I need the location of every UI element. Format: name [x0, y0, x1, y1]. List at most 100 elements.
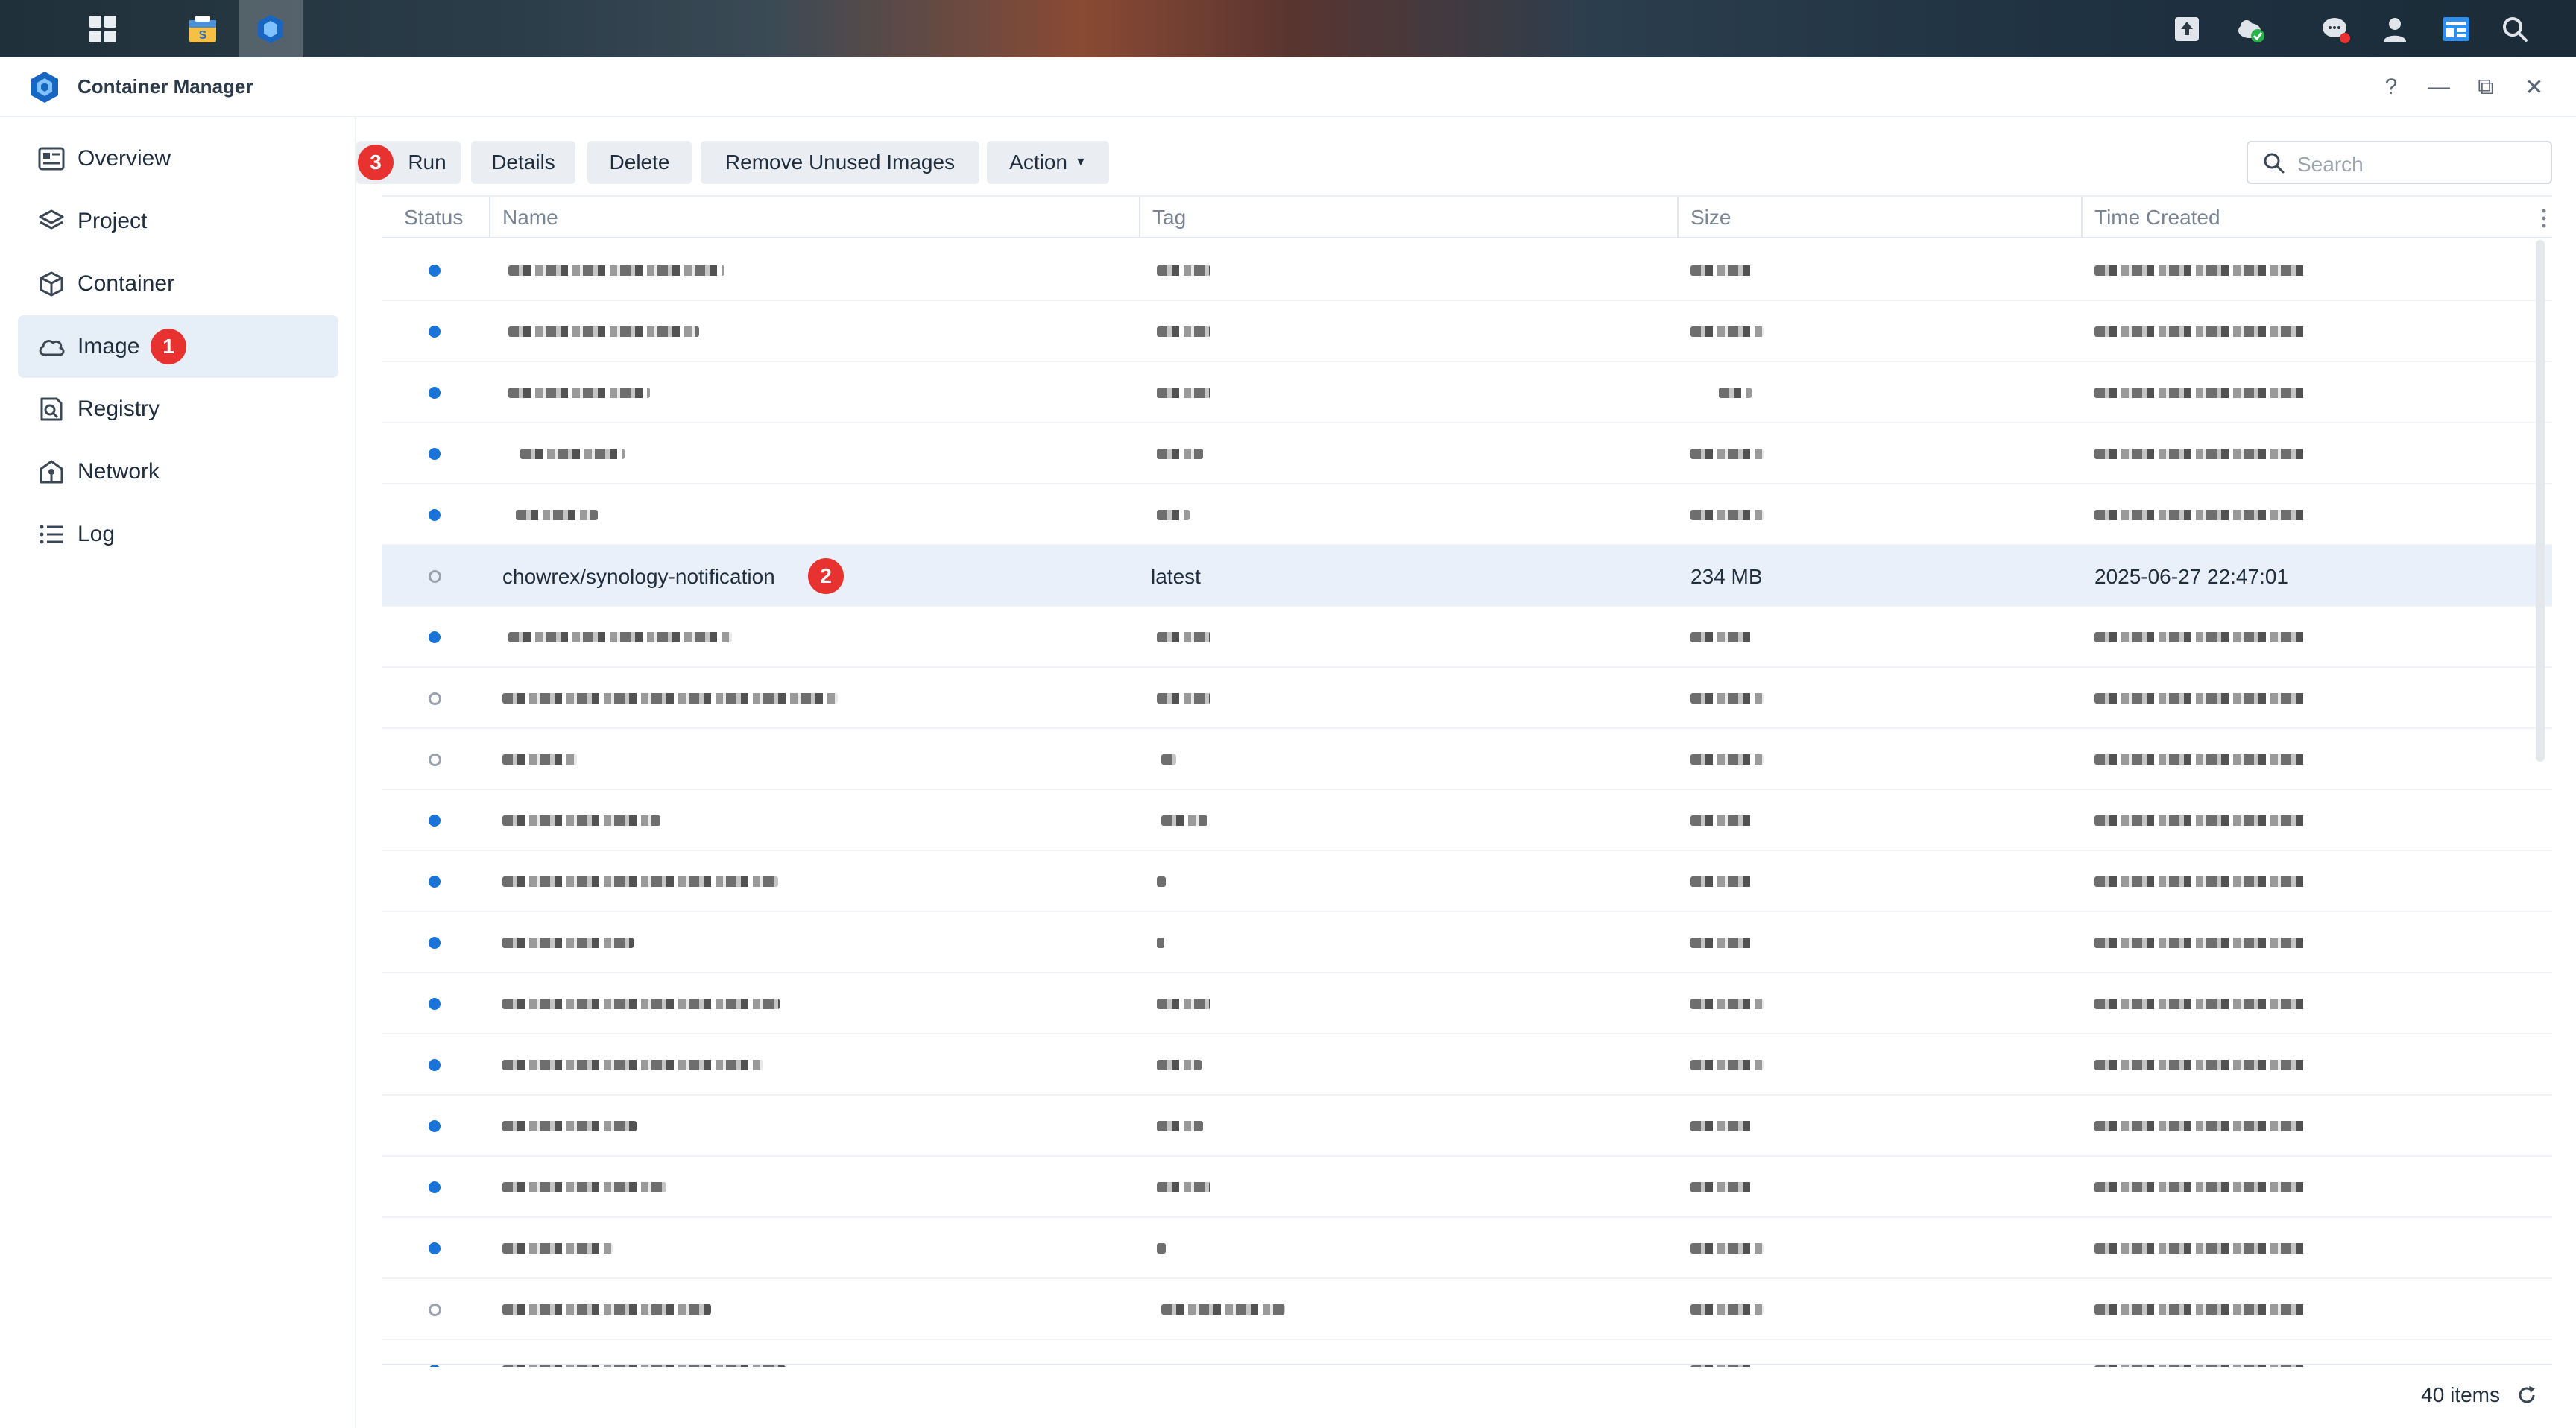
window-title: Container Manager	[78, 75, 253, 98]
sidebar-item-project[interactable]: Project	[18, 190, 338, 253]
status-running-icon	[429, 1181, 441, 1193]
redacted-tag	[1157, 510, 1190, 520]
action-dropdown[interactable]: Action ▼	[987, 141, 1109, 184]
table-row[interactable]	[382, 1034, 2552, 1096]
redacted-tag	[1157, 876, 1166, 887]
container-manager-icon	[254, 13, 287, 45]
sidebar-item-label: Network	[78, 459, 160, 484]
redacted-size	[1690, 938, 1752, 948]
column-status[interactable]: Status	[382, 197, 489, 238]
table-row[interactable]	[382, 240, 2552, 301]
details-button[interactable]: Details	[471, 141, 575, 184]
column-name[interactable]: Name	[489, 197, 1139, 238]
redacted-name	[502, 1182, 666, 1192]
redacted-tag	[1157, 1060, 1202, 1070]
table-row[interactable]	[382, 851, 2552, 912]
redacted-tag	[1157, 938, 1164, 948]
table-row[interactable]	[382, 423, 2552, 484]
status-running-icon	[429, 1059, 441, 1071]
redacted-size	[1690, 1182, 1752, 1192]
redacted-name	[502, 1121, 637, 1131]
upload-icon	[2171, 13, 2203, 45]
redacted-size	[1719, 388, 1752, 398]
redacted-time	[2094, 938, 2306, 948]
table-row[interactable]	[382, 301, 2552, 362]
apps-grid-icon	[86, 13, 119, 45]
action-label: Action	[1009, 151, 1067, 174]
restore-button[interactable]: ⧉	[2469, 71, 2502, 104]
table-row[interactable]	[382, 362, 2552, 423]
step-badge: 2	[808, 558, 844, 594]
main-menu-button[interactable]	[75, 0, 131, 57]
minimize-button[interactable]: —	[2422, 71, 2455, 104]
sidebar-item-overview[interactable]: Overview	[18, 127, 338, 190]
search-taskbar-button[interactable]	[2493, 0, 2537, 57]
overview-icon	[37, 145, 66, 173]
table-row[interactable]	[382, 729, 2552, 790]
sidebar-item-image[interactable]: Image 1	[18, 315, 338, 378]
status-running-icon	[429, 876, 441, 888]
redacted-time	[2094, 815, 2306, 826]
redacted-time	[2094, 999, 2306, 1009]
package-center-taskbar-button[interactable]: S	[173, 0, 233, 57]
table-row[interactable]	[382, 1218, 2552, 1279]
remove-unused-images-button[interactable]: Remove Unused Images	[701, 141, 979, 184]
user-button[interactable]	[2373, 0, 2416, 57]
chat-bubble-icon	[2320, 13, 2352, 45]
redacted-time	[2094, 449, 2306, 459]
redacted-name	[508, 265, 724, 276]
table-header: Status Name Tag Size Time Created	[382, 195, 2552, 238]
step-badge: 3	[358, 145, 394, 180]
redacted-name	[502, 999, 780, 1009]
redacted-name	[502, 1304, 711, 1315]
status-running-icon	[429, 815, 441, 827]
table-row[interactable]	[382, 484, 2552, 546]
redacted-name	[502, 1243, 613, 1254]
redacted-time	[2094, 1182, 2306, 1192]
status-running-icon	[429, 387, 441, 399]
status-stopped-icon	[429, 1304, 441, 1316]
notifications-button[interactable]	[2314, 0, 2358, 57]
sidebar-item-network[interactable]: Network	[18, 440, 338, 503]
widgets-icon	[2440, 13, 2472, 45]
sidebar-item-label: Log	[78, 522, 116, 546]
close-button[interactable]: ✕	[2518, 71, 2551, 104]
redacted-size	[1690, 876, 1752, 887]
table-row[interactable]	[382, 912, 2552, 973]
column-tag[interactable]: Tag	[1139, 197, 1677, 238]
table-row[interactable]	[382, 668, 2552, 729]
table-row[interactable]	[382, 790, 2552, 851]
cloud-sync-button[interactable]	[2229, 0, 2273, 57]
image-time-created: 2025-06-27 22:47:01	[2094, 565, 2288, 588]
sidebar-item-label: Registry	[78, 397, 160, 421]
table-row[interactable]	[382, 1157, 2552, 1218]
column-options-icon[interactable]	[2540, 207, 2548, 233]
delete-button[interactable]: Delete	[587, 141, 692, 184]
help-button[interactable]: ?	[2375, 71, 2408, 104]
column-size[interactable]: Size	[1677, 197, 2081, 238]
table-row[interactable]	[382, 973, 2552, 1034]
container-manager-taskbar-button[interactable]	[239, 0, 303, 57]
table-row[interactable]	[382, 1279, 2552, 1340]
redacted-name	[502, 754, 577, 765]
table-row[interactable]	[382, 1096, 2552, 1157]
status-running-icon	[429, 509, 441, 521]
image-tag: latest	[1151, 565, 1201, 588]
table-row[interactable]	[382, 607, 2552, 668]
search-input[interactable]: Search	[2247, 141, 2552, 184]
upload-button[interactable]	[2166, 0, 2208, 57]
redacted-time	[2094, 1304, 2306, 1315]
sidebar-item-registry[interactable]: Registry	[18, 378, 338, 440]
sidebar-item-container[interactable]: Container	[18, 253, 338, 315]
table-row-selected[interactable]: chowrex/synology-notification 2 latest 2…	[382, 546, 2552, 607]
refresh-icon[interactable]	[2510, 1379, 2543, 1412]
table-scrollbar[interactable]	[2536, 240, 2545, 762]
redacted-name	[508, 388, 650, 398]
redacted-time	[2094, 754, 2306, 765]
redacted-size	[1690, 1304, 1764, 1315]
redacted-size	[1690, 999, 1764, 1009]
sidebar-item-log[interactable]: Log	[18, 503, 338, 566]
column-time-created[interactable]: Time Created	[2081, 197, 2530, 238]
table-row[interactable]	[382, 1340, 2552, 1367]
widgets-button[interactable]	[2433, 0, 2479, 57]
